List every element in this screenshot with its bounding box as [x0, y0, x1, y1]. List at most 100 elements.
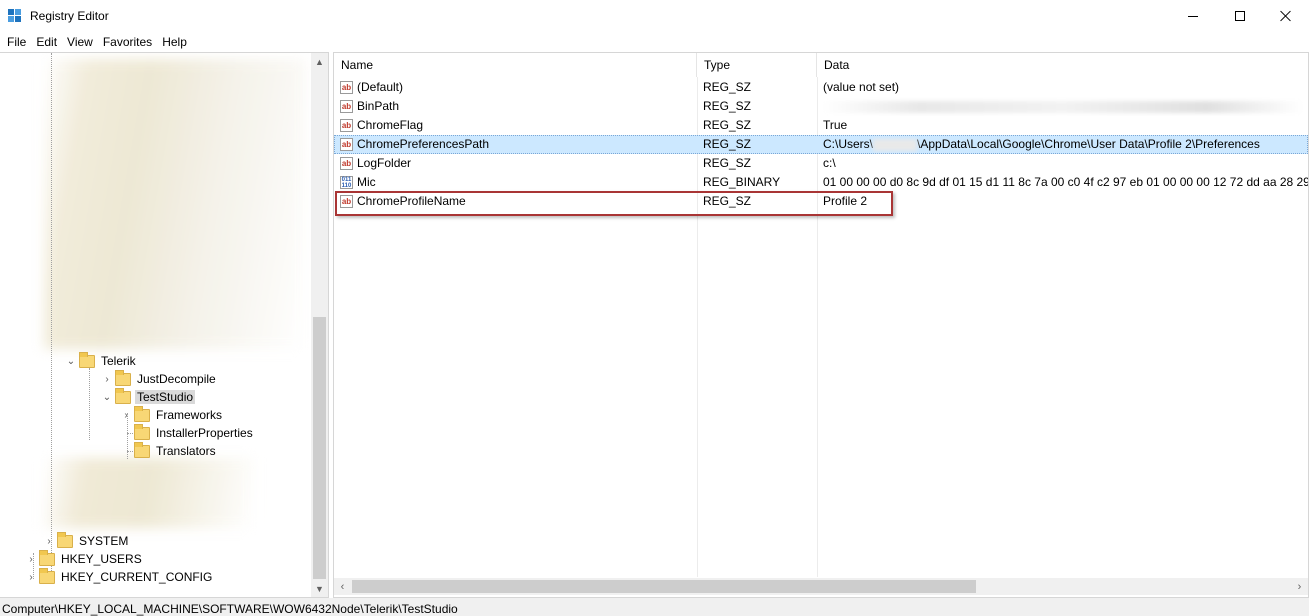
menu-help[interactable]: Help — [157, 32, 192, 52]
value-data: C:\Users\ \AppData\Local\Google\Chrome\Us… — [823, 135, 1308, 154]
value-row-mic[interactable]: 011 110 Mic REG_BINARY 01 00 00 00 d0 8c 9… — [334, 173, 1308, 192]
tree-node-label: InstallerProperties — [156, 426, 253, 440]
scrollbar-thumb[interactable] — [352, 580, 976, 593]
tree-node-label: TestStudio — [135, 390, 196, 404]
value-name: LogFolder — [357, 156, 412, 170]
tree-node-frameworks[interactable]: › Frameworks — [121, 405, 224, 424]
value-row-chromepreferencespath[interactable]: ab ChromePreferencesPath REG_SZ C:\Users\… — [334, 135, 1308, 154]
value-row-binpath[interactable]: ab BinPath REG_SZ — [334, 97, 1308, 116]
folder-icon — [39, 567, 55, 584]
list-horizontal-scrollbar[interactable]: ‹ › — [334, 578, 1308, 595]
tree-connector — [89, 368, 90, 440]
value-data: c:\ — [823, 156, 836, 170]
folder-icon — [57, 531, 73, 548]
value-name: BinPath — [357, 99, 400, 113]
folder-icon — [79, 351, 95, 368]
registry-editor-icon — [8, 9, 21, 22]
folder-icon — [134, 405, 150, 422]
tree-node-system[interactable]: › SYSTEM — [44, 531, 130, 550]
tree-node-label: HKEY_USERS — [61, 552, 142, 566]
string-value-icon: ab — [340, 100, 353, 113]
chevron-right-icon[interactable]: › — [121, 410, 131, 421]
value-row-default[interactable]: ab (Default) REG_SZ (value not set) — [334, 78, 1308, 97]
chevron-right-icon[interactable]: › — [44, 536, 54, 547]
menu-edit[interactable]: Edit — [31, 32, 62, 52]
value-type: REG_SZ — [703, 80, 752, 94]
tree-node-label: Telerik — [101, 354, 136, 368]
column-header-name[interactable]: Name — [334, 53, 697, 77]
tree-node-teststudio[interactable]: ⌄ TestStudio — [102, 387, 196, 406]
string-value-icon: ab — [340, 119, 353, 132]
status-bar-path: Computer\HKEY_LOCAL_MACHINE\SOFTWARE\WOW… — [0, 598, 1309, 616]
registry-tree-pane[interactable]: ⌄ Telerik › JustDecompile ⌄ TestStudio ›… — [0, 52, 329, 598]
value-data: True — [823, 118, 848, 132]
window-title: Registry Editor — [30, 9, 109, 23]
column-header-data[interactable]: Data — [817, 53, 1308, 77]
value-name: (Default) — [357, 80, 404, 94]
value-data-prefix: C:\Users\ — [823, 137, 874, 151]
tree-connector — [51, 53, 52, 577]
tree-node-installerproperties[interactable]: InstallerProperties — [134, 423, 255, 442]
annotation-highlight-box — [335, 191, 893, 216]
menu-favorites[interactable]: Favorites — [98, 32, 157, 52]
value-data-suffix: \AppData\Local\Google\Chrome\User Data\P… — [917, 137, 1260, 151]
redacted-tree-region — [44, 59, 306, 349]
folder-icon — [115, 387, 131, 404]
redacted-text — [823, 100, 1303, 113]
values-list-pane[interactable]: Name Type Data ab (Default) REG_SZ (value… — [333, 52, 1309, 598]
value-data: 01 00 00 00 d0 8c 9d df 01 15 d1 11 8c 7… — [823, 175, 1309, 189]
tree-node-label: HKEY_CURRENT_CONFIG — [61, 570, 213, 584]
scroll-up-icon[interactable]: ▲ — [311, 53, 328, 70]
folder-icon — [134, 423, 150, 440]
minimize-button[interactable] — [1170, 0, 1216, 32]
scroll-down-icon[interactable]: ▼ — [311, 580, 328, 597]
binary-value-icon: 011 110 — [340, 176, 353, 189]
minimize-icon — [1188, 15, 1198, 17]
chevron-right-icon[interactable]: › — [26, 554, 36, 565]
value-row-logfolder[interactable]: ab LogFolder REG_SZ c:\ — [334, 154, 1308, 173]
tree-node-hkey-users[interactable]: › HKEY_USERS — [26, 549, 144, 568]
value-type: REG_SZ — [703, 118, 752, 132]
tree-node-hkey-current-config[interactable]: › HKEY_CURRENT_CONFIG — [26, 567, 214, 586]
value-type: REG_BINARY — [703, 175, 781, 189]
value-type: REG_SZ — [703, 156, 752, 170]
value-name: ChromeFlag — [357, 118, 424, 132]
value-type: REG_SZ — [703, 99, 752, 113]
folder-icon — [134, 441, 150, 458]
tree-node-label: SYSTEM — [79, 534, 129, 548]
tree-node-label: Translators — [156, 444, 216, 458]
menu-file[interactable]: File — [2, 32, 31, 52]
chevron-down-icon[interactable]: ⌄ — [102, 392, 112, 403]
column-header-type[interactable]: Type — [697, 53, 817, 77]
menu-view[interactable]: View — [62, 32, 98, 52]
value-type: REG_SZ — [703, 137, 752, 151]
menu-bar: File Edit View Favorites Help — [0, 32, 1309, 52]
tree-node-justdecompile[interactable]: › JustDecompile — [102, 369, 218, 388]
string-value-icon: ab — [340, 157, 353, 170]
scrollbar-thumb[interactable] — [313, 317, 326, 579]
redacted-text — [873, 138, 918, 151]
title-bar: Registry Editor — [0, 0, 1309, 32]
tree-node-label: JustDecompile — [137, 372, 216, 386]
maximize-icon — [1235, 11, 1245, 21]
value-data: (value not set) — [823, 80, 900, 94]
tree-node-translators[interactable]: Translators — [134, 441, 218, 460]
scroll-right-icon[interactable]: › — [1291, 578, 1308, 595]
chevron-down-icon[interactable]: ⌄ — [66, 356, 76, 367]
chevron-right-icon[interactable]: › — [26, 572, 36, 583]
value-name: Mic — [357, 175, 376, 189]
value-data-redacted — [823, 97, 1308, 116]
folder-icon — [115, 369, 131, 386]
string-value-icon: ab — [340, 138, 353, 151]
value-name: ChromePreferencesPath — [357, 137, 490, 151]
close-icon — [1280, 10, 1292, 22]
string-value-icon: ab — [340, 81, 353, 94]
chevron-right-icon[interactable]: › — [102, 374, 112, 385]
value-row-chromeflag[interactable]: ab ChromeFlag REG_SZ True — [334, 116, 1308, 135]
redacted-tree-region — [44, 458, 254, 528]
scroll-left-icon[interactable]: ‹ — [334, 578, 351, 595]
maximize-button[interactable] — [1217, 0, 1263, 32]
tree-node-telerik[interactable]: ⌄ Telerik — [66, 351, 138, 370]
tree-vertical-scrollbar[interactable]: ▲ ▼ — [311, 53, 328, 597]
close-button[interactable] — [1263, 0, 1309, 32]
